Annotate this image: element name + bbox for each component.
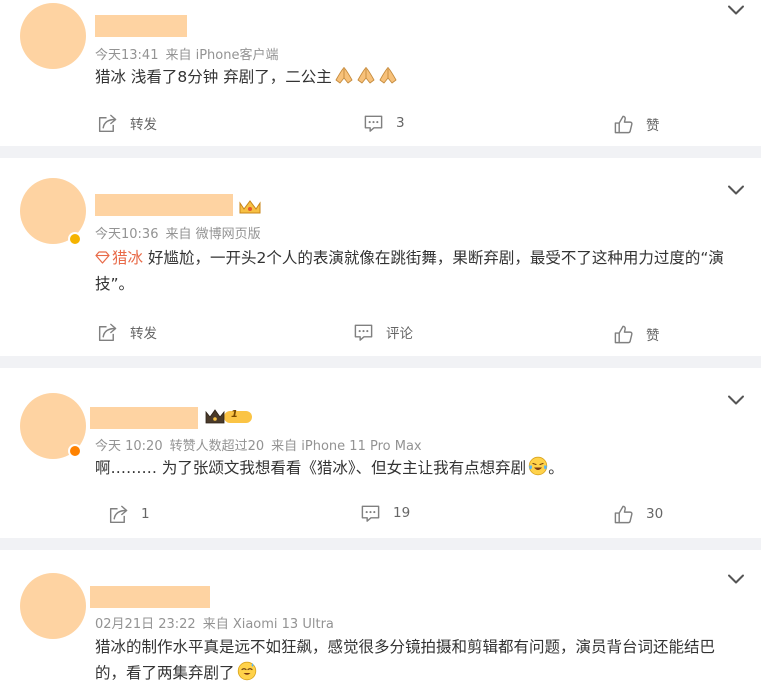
topic-label: 猎冰	[112, 249, 144, 267]
username[interactable]	[90, 586, 210, 608]
like-icon	[613, 114, 634, 135]
member-level: 1	[231, 409, 238, 420]
comment-body: 好尴尬，一开头2个人的表演就像在跳街舞，果断弃剧，最受不了这种用力过度的“演技”…	[95, 249, 724, 293]
source: 来自 iPhone 11 Pro Max	[271, 439, 422, 454]
crying-laughing-emoji	[528, 456, 548, 476]
comment-body: 啊……… 为了张颂文我想看看《猎冰》、但女主让我有点想弃剧	[95, 459, 527, 477]
verified-badge-icon	[68, 232, 82, 246]
like-label: 赞	[646, 328, 660, 344]
like-icon	[613, 504, 634, 525]
comment-button[interactable]: 3	[363, 111, 405, 135]
comment-meta: 今天10:36 来自 微博网页版	[95, 223, 268, 242]
comment-text: 猎冰 好尴尬，一开头2个人的表演就像在跳街舞，果断弃剧，最受不了这种用力过度的“…	[95, 245, 745, 297]
repost-button[interactable]: 转发	[97, 111, 157, 135]
comment-icon	[360, 503, 381, 524]
like-button[interactable]: 赞	[613, 322, 660, 346]
crown-badge-icon[interactable]	[238, 198, 262, 215]
like-icon	[613, 324, 634, 345]
comment-card: 1 今天 10:20 转赞人数超过20 来自 iPhone 11 Pro Max 啊…	[0, 368, 761, 538]
comment-icon	[353, 322, 374, 343]
source: 来自 Xiaomi 13 Ultra	[202, 617, 334, 632]
comment-card: 今天10:36 来自 微博网页版 猎冰 好尴尬，一开头2个人的表演就像在跳街舞，果…	[0, 158, 761, 356]
comment-icon	[363, 113, 384, 134]
topic-link[interactable]: 猎冰	[95, 249, 143, 267]
timestamp: 02月21日 23:22	[95, 617, 196, 632]
pray-emoji	[334, 65, 354, 85]
comment-button[interactable]: 19	[360, 501, 410, 525]
comment-count: 19	[393, 505, 411, 521]
username[interactable]	[90, 407, 198, 429]
comment-meta: 今天13:41 来自 iPhone客户端	[95, 44, 285, 63]
pray-emoji	[356, 65, 376, 85]
timestamp: 今天10:36	[95, 227, 159, 242]
like-button[interactable]: 30	[613, 502, 663, 526]
chevron-down-icon[interactable]	[727, 184, 745, 196]
repost-label: 转发	[130, 326, 157, 342]
repost-icon	[97, 322, 118, 343]
timestamp: 今天 10:20	[95, 439, 163, 454]
repost-count-note: 转赞人数超过20	[169, 439, 265, 454]
comment-text: 猎冰 浅看了8分钟 弃剧了，二公主	[95, 64, 745, 90]
username[interactable]	[95, 194, 233, 216]
comment-text: 猎冰的制作水平真是远不如狂飙，感觉很多分镜拍摄和剪辑都有问题，演员背台词还能结巴…	[95, 634, 745, 686]
comment-body: 猎冰 浅看了8分钟 弃剧了，二公主	[95, 68, 332, 86]
comment-body: 猎冰的制作水平真是远不如狂飙，感觉很多分镜拍摄和剪辑都有问题，演员背台词还能结巴…	[95, 638, 716, 682]
repost-icon	[108, 504, 129, 525]
source: 来自 微博网页版	[165, 227, 261, 242]
comment-tail: 。	[548, 459, 564, 477]
member-level-badge-icon[interactable]	[204, 408, 254, 425]
repost-label: 转发	[130, 117, 157, 133]
comment-card: 今天13:41 来自 iPhone客户端 猎冰 浅看了8分钟 弃剧了，二公主 转发…	[0, 0, 761, 146]
timestamp: 今天13:41	[95, 48, 159, 63]
repost-button[interactable]: 1	[108, 502, 150, 526]
like-label: 赞	[646, 118, 660, 134]
comment-label: 评论	[386, 326, 413, 342]
sweat-smile-emoji	[237, 661, 257, 681]
comment-count: 3	[396, 115, 405, 131]
avatar[interactable]	[20, 573, 86, 639]
like-button[interactable]: 赞	[613, 112, 660, 136]
like-count: 30	[646, 506, 664, 522]
chevron-down-icon[interactable]	[727, 394, 745, 406]
verified-badge-icon	[68, 444, 82, 458]
repost-button[interactable]: 转发	[97, 320, 157, 344]
comment-meta: 02月21日 23:22 来自 Xiaomi 13 Ultra	[95, 613, 341, 632]
comment-text: 啊……… 为了张颂文我想看看《猎冰》、但女主让我有点想弃剧 。	[95, 455, 745, 481]
repost-count: 1	[141, 506, 150, 522]
chevron-down-icon[interactable]	[727, 573, 745, 585]
pray-emoji	[378, 65, 398, 85]
diamond-topic-icon	[95, 251, 110, 264]
avatar[interactable]	[20, 3, 86, 69]
comment-button[interactable]: 评论	[353, 320, 413, 344]
chevron-down-icon[interactable]	[727, 4, 745, 16]
comment-card: 02月21日 23:22 来自 Xiaomi 13 Ultra 猎冰的制作水平真是…	[0, 550, 761, 688]
username[interactable]	[95, 15, 187, 37]
repost-icon	[97, 113, 118, 134]
comment-meta: 今天 10:20 转赞人数超过20 来自 iPhone 11 Pro Max	[95, 435, 429, 454]
source: 来自 iPhone客户端	[165, 48, 279, 63]
